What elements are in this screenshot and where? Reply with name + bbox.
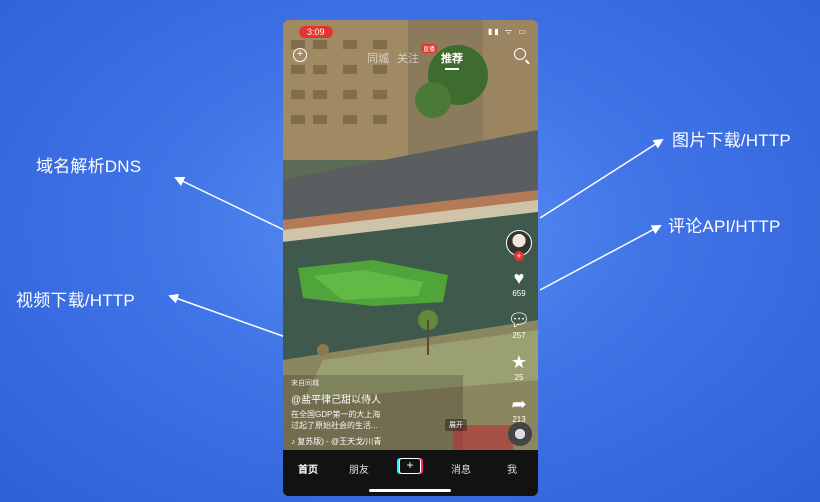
expand-button[interactable]: 展开 — [445, 419, 467, 431]
status-bar: 3:09 ▮▮ ᯤ ▭ — [283, 20, 538, 42]
side-rail: + ♥ 659 💬︎ 257 ★ 25 ➦ 213 — [506, 230, 532, 424]
music-info[interactable]: ♪ 复苏版) - @王天戈/川青 — [291, 436, 456, 447]
live-badge: 直播 — [421, 44, 438, 53]
status-icons: ▮▮ ᯤ ▭ — [487, 27, 528, 36]
heart-icon[interactable]: ♥ — [506, 268, 532, 288]
nav-friends[interactable]: 朋友 — [349, 461, 369, 476]
video-description-line-2: 过起了原始社会的生活... — [291, 421, 378, 430]
home-indicator — [369, 489, 451, 492]
nav-messages[interactable]: 消息 — [451, 461, 471, 476]
top-nav: + 同城 关注 直播 推荐 — [283, 44, 538, 70]
like-count: 659 — [512, 289, 526, 298]
music-disc-icon[interactable] — [508, 422, 532, 446]
follow-plus-icon[interactable]: + — [514, 251, 524, 261]
share-icon[interactable]: ➦ — [506, 394, 532, 414]
status-time: 3:09 — [299, 26, 333, 38]
arrow-comment-api — [539, 225, 662, 291]
video-frame[interactable]: 3:09 ▮▮ ᯤ ▭ + 同城 关注 直播 推荐 + ♥ 659 💬︎ 257… — [283, 20, 538, 450]
tab-following[interactable]: 关注 — [397, 50, 419, 66]
label-video-download: 视频下载/HTTP — [16, 291, 135, 310]
add-circle-icon[interactable]: + — [293, 48, 307, 62]
nav-me[interactable]: 我 — [507, 461, 517, 476]
video-info: 来自同城 @盐平律己甜以侍人 在全国GDP第一的大上海 过起了原始社会的生活..… — [291, 378, 456, 447]
label-image-download: 图片下载/HTTP — [672, 131, 791, 150]
search-icon[interactable] — [514, 48, 526, 60]
label-dns: 域名解析DNS — [36, 157, 142, 176]
video-author[interactable]: @盐平律己甜以侍人 — [291, 391, 456, 406]
label-comment-api: 评论API/HTTP — [668, 217, 781, 236]
phone-screenshot: 3:09 ▮▮ ᯤ ▭ + 同城 关注 直播 推荐 + ♥ 659 💬︎ 257… — [283, 20, 538, 496]
star-icon[interactable]: ★ — [506, 352, 532, 372]
tab-recommend[interactable]: 推荐 — [441, 50, 463, 70]
author-avatar[interactable]: + — [506, 230, 532, 261]
create-button[interactable]: + — [399, 458, 421, 474]
arrow-dns — [174, 176, 285, 231]
bottom-nav: 首页 朋友 + 消息 我 — [283, 450, 538, 496]
comment-count: 257 — [512, 331, 526, 340]
arrow-image-download — [539, 138, 664, 219]
favorite-count: 25 — [514, 373, 524, 382]
tab-local[interactable]: 同城 — [367, 50, 389, 66]
comment-icon[interactable]: 💬︎ — [506, 310, 532, 330]
nav-home[interactable]: 首页 — [298, 461, 318, 476]
video-source: 来自同城 — [291, 380, 319, 387]
video-description-line-1: 在全国GDP第一的大上海 — [291, 410, 381, 419]
